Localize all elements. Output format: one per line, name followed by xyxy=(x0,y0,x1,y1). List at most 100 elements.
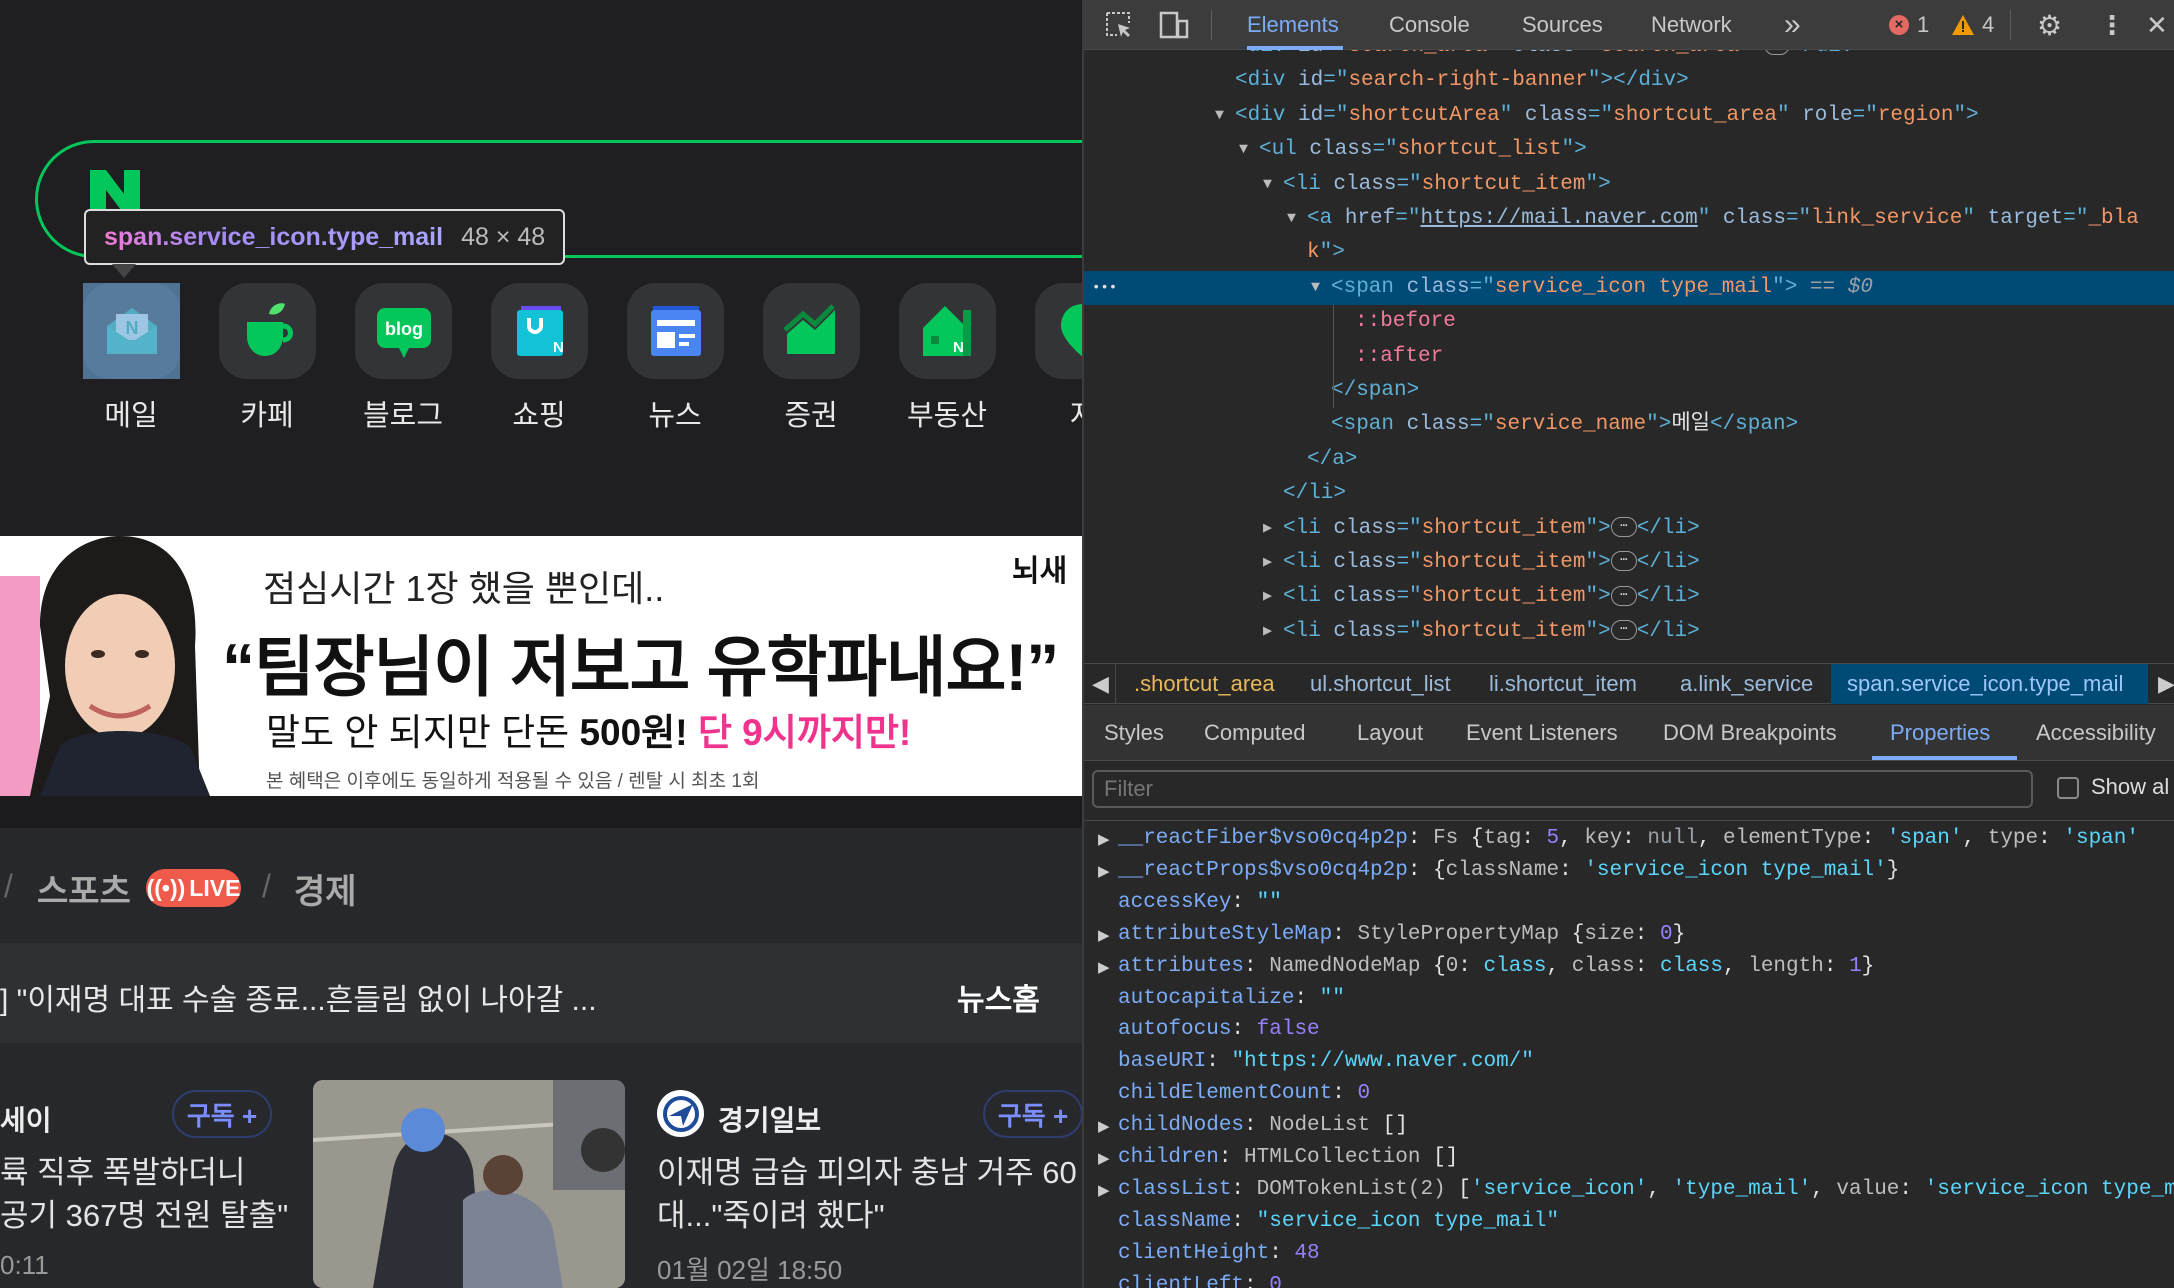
dom-node[interactable]: ▶ <li class="shortcut_item"> ⋯ </li> xyxy=(1084,512,2174,546)
press-name[interactable]: 세이 xyxy=(0,1099,52,1139)
naver-logo-icon[interactable] xyxy=(90,170,140,214)
collapse-triangle-icon[interactable]: ▼ xyxy=(1239,133,1248,167)
news-home-link[interactable]: 뉴스홈 xyxy=(957,975,1040,1019)
blog-icon[interactable]: blog xyxy=(355,283,452,379)
device-toolbar-icon[interactable] xyxy=(1158,0,1190,50)
press-logo-icon[interactable] xyxy=(657,1090,704,1137)
dom-node-selected[interactable]: ••• ▼ <span class="service_icon type_mail"… xyxy=(1084,270,2174,305)
dom-node[interactable]: ▶ <li class="shortcut_item"> ⋯ </li> xyxy=(1084,546,2174,580)
tab-properties[interactable]: Properties xyxy=(1890,705,1990,760)
property-row[interactable]: accessKey: "" xyxy=(1118,887,1282,919)
expand-triangle-icon[interactable]: ▶ xyxy=(1263,580,1272,614)
expand-triangle-icon[interactable]: ▶ xyxy=(1098,1149,1110,1167)
tab-elements[interactable]: Elements xyxy=(1247,0,1339,50)
tab-computed[interactable]: Computed xyxy=(1204,705,1306,760)
service-label-shopping[interactable]: 쇼핑 xyxy=(471,392,607,434)
more-options-kebab-icon[interactable]: ⋮ xyxy=(2099,0,2125,50)
breadcrumb-scroll-right-icon[interactable]: ▶ xyxy=(2158,664,2174,704)
dom-node[interactable]: <div id="search_area" class="search_area… xyxy=(1084,50,2174,64)
expand-triangle-icon[interactable]: ▶ xyxy=(1098,1181,1110,1199)
service-label-blog[interactable]: 블로그 xyxy=(335,392,471,434)
service-label-stock[interactable]: 증권 xyxy=(743,392,879,434)
breadcrumb-item[interactable]: .shortcut_area xyxy=(1134,664,1275,704)
show-all-checkbox[interactable] xyxy=(2057,777,2079,799)
show-all-label[interactable]: Show al xyxy=(2091,774,2169,800)
expand-triangle-icon[interactable]: ▶ xyxy=(1098,926,1110,944)
card-title-line[interactable]: 공기 367명 전원 탈출" xyxy=(0,1194,288,1237)
property-row[interactable]: attributeStyleMap: StylePropertyMap {siz… xyxy=(1118,919,1685,951)
collapse-triangle-icon[interactable]: ▼ xyxy=(1287,202,1296,236)
cafe-cup-icon[interactable] xyxy=(219,283,316,379)
press-name[interactable]: 경기일보 xyxy=(718,1099,821,1139)
dom-node[interactable]: ::after xyxy=(1084,340,2174,374)
expand-triangle-icon[interactable]: ▶ xyxy=(1263,615,1272,649)
property-row[interactable]: clientHeight: 48 xyxy=(1118,1238,1320,1270)
ad-banner[interactable]: 점심시간 1장 했을 뿐인데.. “팀장님이 저보고 유학파내요!” 말도 안 … xyxy=(0,536,1082,796)
dom-node[interactable]: ▶ <li class="shortcut_item"> ⋯ </li> xyxy=(1084,615,2174,649)
tab-dom-breakpoints[interactable]: DOM Breakpoints xyxy=(1663,705,1837,760)
tab-event-listeners[interactable]: Event Listeners xyxy=(1466,705,1618,760)
property-row[interactable]: __reactFiber$vso0cq4p2p: Fs {tag: 5, key… xyxy=(1118,823,2139,855)
dom-token-link[interactable]: https://mail.naver.com xyxy=(1420,207,1697,230)
property-row[interactable]: attributes: NamedNodeMap {0: class, clas… xyxy=(1118,951,1874,983)
breadcrumb-item[interactable]: li.shortcut_item xyxy=(1489,664,1637,704)
card-title-line[interactable]: 대..."죽이려 했다" xyxy=(657,1194,885,1237)
errors-count[interactable]: × 1 xyxy=(1889,0,1929,50)
tab-accessibility[interactable]: Accessibility xyxy=(2036,705,2156,760)
property-row[interactable]: classList: DOMTokenList(2) ['service_ico… xyxy=(1118,1174,2174,1206)
service-label-mail[interactable]: 메일 xyxy=(63,392,199,434)
breadcrumb-scroll-left-icon[interactable]: ◀ xyxy=(1092,664,1116,704)
map-pin-icon[interactable] xyxy=(1035,283,1082,379)
expand-ellipsis-icon[interactable]: ⋯ xyxy=(1610,620,1637,641)
tab-console[interactable]: Console xyxy=(1389,0,1470,50)
subscribe-button[interactable]: 구독 + xyxy=(172,1090,272,1138)
service-label-cafe[interactable]: 카페 xyxy=(199,392,335,434)
tab-layout[interactable]: Layout xyxy=(1357,705,1423,760)
news-photo[interactable] xyxy=(313,1080,625,1288)
card-title-line[interactable]: 륙 직후 폭발하더니 xyxy=(0,1151,245,1194)
dom-node[interactable]: </a> xyxy=(1084,443,2174,477)
more-tabs-chevron-icon[interactable]: » xyxy=(1784,0,1801,50)
expand-ellipsis-icon[interactable]: ⋯ xyxy=(1610,517,1637,538)
tab-economy[interactable]: 경제 xyxy=(294,864,357,913)
collapse-triangle-icon[interactable]: ▼ xyxy=(1263,168,1272,202)
mail-icon[interactable]: N xyxy=(83,283,180,379)
expand-triangle-icon[interactable]: ▶ xyxy=(1263,546,1272,580)
property-row[interactable]: children: HTMLCollection [] xyxy=(1118,1142,1458,1174)
service-label-news[interactable]: 뉴스 xyxy=(607,392,743,434)
dom-node[interactable]: ::before xyxy=(1084,305,2174,339)
expand-triangle-icon[interactable]: ▶ xyxy=(1098,958,1110,976)
dom-node[interactable]: k"> xyxy=(1084,236,2174,270)
tab-sports[interactable]: 스포츠 xyxy=(37,864,131,913)
headline-link[interactable]: ] "이재명 대표 수술 종료...흔들림 없이 나아갈 ... xyxy=(0,975,597,1019)
dom-node[interactable]: ▶ <li class="shortcut_item"> ⋯ </li> xyxy=(1084,580,2174,614)
expand-ellipsis-icon[interactable]: ⋯ xyxy=(1610,551,1637,572)
property-row[interactable]: autocapitalize: "" xyxy=(1118,983,1345,1015)
live-badge[interactable]: ((•)) LIVE xyxy=(146,869,241,907)
dom-node[interactable]: </span> xyxy=(1084,374,2174,408)
inspect-element-icon[interactable] xyxy=(1104,0,1134,50)
card-title-line[interactable]: 이재명 급습 피의자 충남 거주 60 xyxy=(657,1151,1077,1194)
dom-node[interactable]: ▼ <ul class="shortcut_list"> xyxy=(1084,133,2174,167)
property-row[interactable]: __reactProps$vso0cq4p2p: {className: 'se… xyxy=(1118,855,1899,887)
tab-network[interactable]: Network xyxy=(1651,0,1732,50)
expand-ellipsis-icon[interactable]: ⋯ xyxy=(1610,585,1637,606)
news-icon[interactable] xyxy=(627,283,724,379)
dom-node[interactable]: ▼ <div id="shortcutArea" class="shortcut_… xyxy=(1084,99,2174,133)
tab-sources[interactable]: Sources xyxy=(1522,0,1603,50)
settings-gear-icon[interactable]: ⚙ xyxy=(2037,0,2062,50)
stock-chart-icon[interactable] xyxy=(763,283,860,379)
service-label-map[interactable]: 지 xyxy=(1015,392,1082,434)
dom-node[interactable]: ▼ <a href="https://mail.naver.com" class=… xyxy=(1084,202,2174,236)
breadcrumb-item-selected[interactable]: span.service_icon.type_mail xyxy=(1831,664,2148,704)
close-devtools-icon[interactable]: ✕ xyxy=(2146,0,2168,50)
warnings-count[interactable]: 4 xyxy=(1952,0,1994,50)
tab-styles[interactable]: Styles xyxy=(1104,705,1164,760)
subscribe-button[interactable]: 구독 + xyxy=(983,1090,1082,1138)
property-row[interactable]: clientLeft: 0 xyxy=(1118,1270,1282,1288)
properties-filter-input[interactable] xyxy=(1092,770,2033,808)
breadcrumb-item[interactable]: a.link_service xyxy=(1680,664,1813,704)
expand-triangle-icon[interactable]: ▶ xyxy=(1098,1117,1110,1135)
property-row[interactable]: autofocus: false xyxy=(1118,1014,1320,1046)
dom-node[interactable]: </li> xyxy=(1084,477,2174,511)
